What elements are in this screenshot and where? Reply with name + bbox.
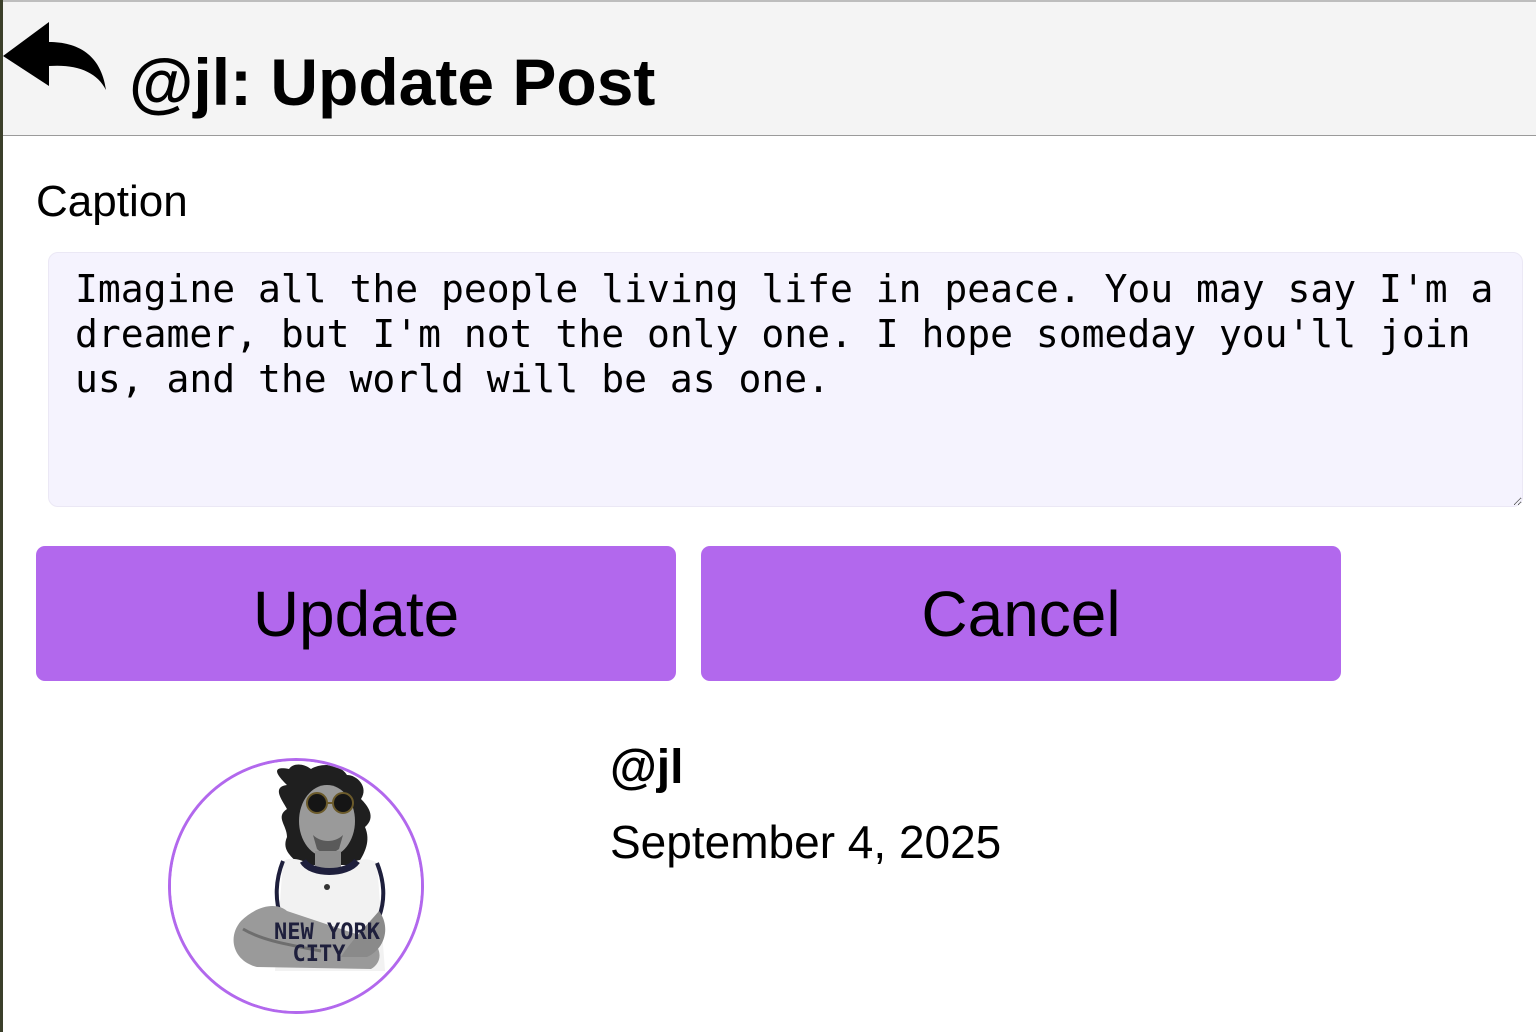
header-bar: @jl: Update Post xyxy=(3,0,1536,136)
page: @jl: Update Post Caption Imagine all the… xyxy=(0,0,1536,1032)
avatar: NEW YORK CITY xyxy=(168,758,424,1014)
back-arrow-icon[interactable] xyxy=(3,20,107,94)
avatar-portrait-image: NEW YORK CITY xyxy=(171,761,421,1011)
caption-textarea[interactable]: Imagine all the people living life in pe… xyxy=(48,252,1523,507)
page-title: @jl: Update Post xyxy=(129,45,656,119)
post-username: @jl xyxy=(610,741,684,794)
post-date: September 4, 2025 xyxy=(610,816,1002,868)
caption-label: Caption xyxy=(36,177,188,226)
avatar-shirt-line-2: CITY xyxy=(293,942,347,967)
update-button[interactable]: Update xyxy=(36,546,676,681)
cancel-button[interactable]: Cancel xyxy=(701,546,1341,681)
